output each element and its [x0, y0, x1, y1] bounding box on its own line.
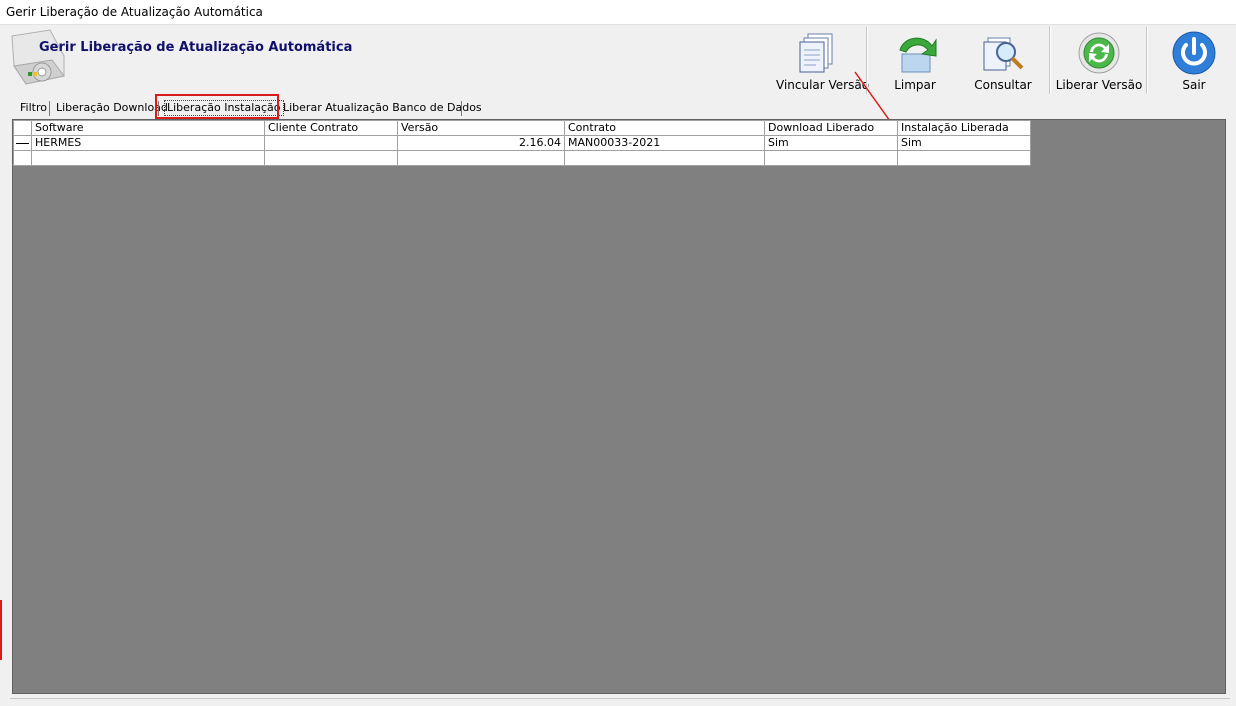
column-header-contrato[interactable]: Contrato: [564, 120, 765, 136]
cell-empty[interactable]: [764, 150, 898, 166]
row-indicator-header: [13, 120, 32, 136]
column-header-download-liberado[interactable]: Download Liberado: [764, 120, 898, 136]
tab-filtro-label: Filtro: [20, 101, 47, 114]
row-indicator[interactable]: [13, 135, 32, 151]
tab-liberar-atualizacao-banco[interactable]: Liberar Atualização Banco de Dados: [283, 99, 482, 117]
grid-header-row: Software Cliente Contrato Versão Contrat…: [13, 120, 1031, 136]
column-header-cliente-contrato[interactable]: Cliente Contrato: [264, 120, 398, 136]
cell-versao[interactable]: 2.16.04: [397, 135, 565, 151]
column-header-instalacao-liberada[interactable]: Instalação Liberada: [897, 120, 1031, 136]
cell-instalacao-liberada[interactable]: Sim: [897, 135, 1031, 151]
tab-separator: [49, 101, 50, 116]
tab-separator: [461, 101, 462, 116]
bottom-divider: [10, 698, 1230, 699]
cell-empty[interactable]: [564, 150, 765, 166]
row-indicator[interactable]: [13, 150, 32, 166]
tab-liberacao-download-label: Liberação Download: [56, 101, 168, 114]
cell-cliente-contrato[interactable]: [264, 135, 398, 151]
data-grid[interactable]: Software Cliente Contrato Versão Contrat…: [13, 120, 1031, 166]
cell-empty[interactable]: [397, 150, 565, 166]
cell-empty[interactable]: [31, 150, 265, 166]
cell-software[interactable]: HERMES: [31, 135, 265, 151]
column-header-software[interactable]: Software: [31, 120, 265, 136]
cell-empty[interactable]: [264, 150, 398, 166]
cell-empty[interactable]: [897, 150, 1031, 166]
left-edge-mark: [0, 600, 2, 660]
grid-background: [12, 119, 1226, 694]
table-row-empty[interactable]: [13, 150, 1031, 166]
tab-highlight-annotation: [155, 94, 279, 119]
tab-liberar-atualizacao-banco-label: Liberar Atualização Banco de Dados: [283, 101, 482, 114]
cell-contrato[interactable]: MAN00033-2021: [564, 135, 765, 151]
tab-liberacao-download[interactable]: Liberação Download: [56, 99, 168, 117]
tab-filtro[interactable]: Filtro: [20, 99, 47, 117]
column-header-versao[interactable]: Versão: [397, 120, 565, 136]
cell-download-liberado[interactable]: Sim: [764, 135, 898, 151]
table-row[interactable]: HERMES 2.16.04 MAN00033-2021 Sim Sim: [13, 135, 1031, 151]
